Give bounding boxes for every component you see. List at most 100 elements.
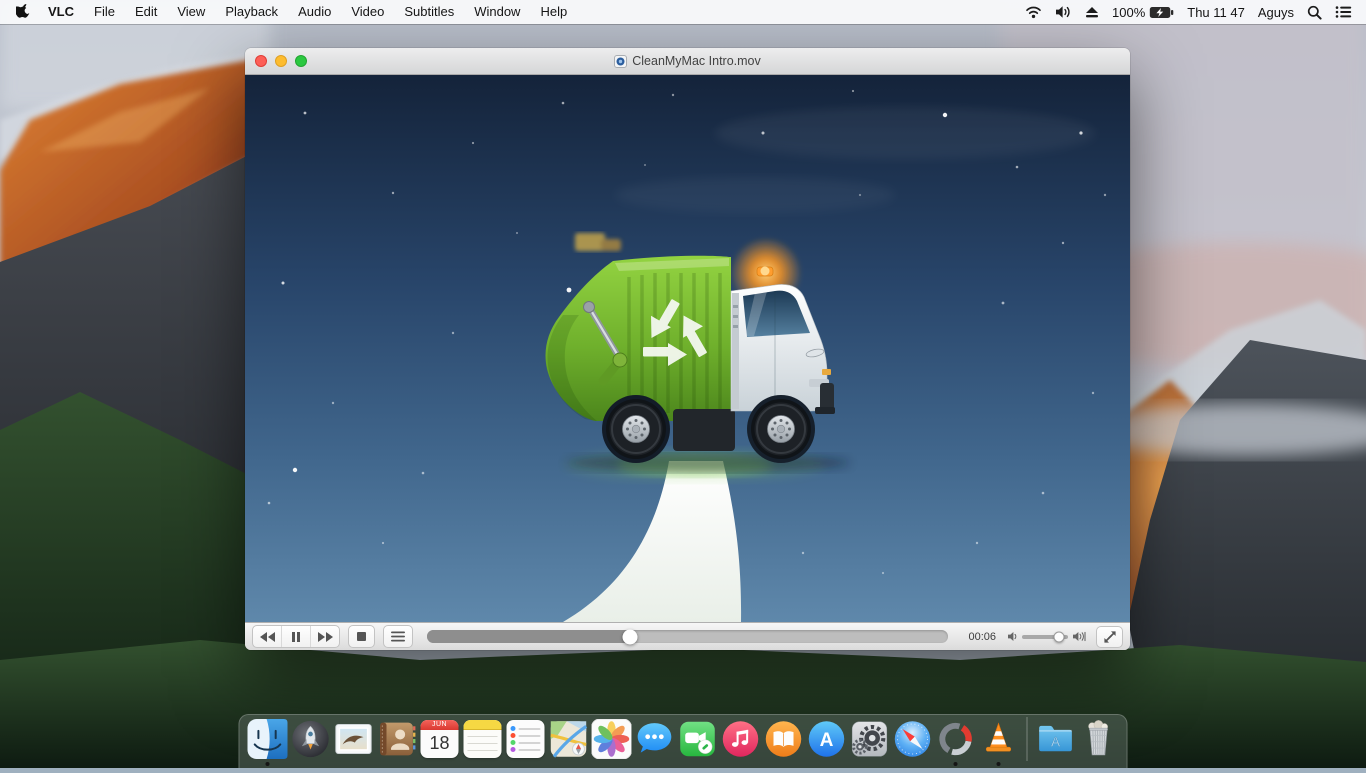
dock-item-finder[interactable] xyxy=(248,718,288,760)
pause-button[interactable] xyxy=(282,626,311,647)
dock-item-messages[interactable] xyxy=(635,718,675,760)
playlist-button[interactable] xyxy=(383,625,413,648)
dock-item-photos[interactable] xyxy=(592,718,632,760)
fullscreen-button[interactable] xyxy=(1096,626,1123,648)
volume-low-icon xyxy=(1008,631,1017,642)
rewind-icon xyxy=(259,632,276,642)
menu-item-edit[interactable]: Edit xyxy=(125,0,167,24)
mail-icon xyxy=(334,719,374,759)
fast-forward-icon xyxy=(317,632,334,642)
running-indicator xyxy=(266,762,270,766)
itunes-icon xyxy=(721,719,761,759)
apple-menu[interactable] xyxy=(10,4,38,20)
volume-high-icon xyxy=(1073,631,1086,642)
ibooks-icon xyxy=(764,719,804,759)
calendar-icon: JUN 18 xyxy=(421,720,459,758)
notification-center-icon[interactable] xyxy=(1335,5,1352,19)
menu-item-help[interactable]: Help xyxy=(530,0,577,24)
minimize-button[interactable] xyxy=(275,55,287,67)
messages-icon xyxy=(635,719,675,759)
maps-icon xyxy=(549,719,589,759)
volume-thumb[interactable] xyxy=(1053,631,1064,642)
spotlight-icon[interactable] xyxy=(1307,5,1322,20)
close-button[interactable] xyxy=(255,55,267,67)
zoom-button[interactable] xyxy=(295,55,307,67)
eject-icon[interactable] xyxy=(1085,6,1099,19)
window-title-text: CleanMyMac Intro.mov xyxy=(632,54,761,68)
dock-item-notes[interactable] xyxy=(463,718,503,760)
volume-icon[interactable] xyxy=(1055,5,1072,19)
dock-item-cleanmymac[interactable] xyxy=(936,718,976,760)
finder-icon xyxy=(248,719,288,759)
calendar-day: 18 xyxy=(421,730,459,757)
menu-item-window[interactable]: Window xyxy=(464,0,530,24)
time-elapsed: 00:06 xyxy=(960,631,996,643)
launchpad-icon xyxy=(291,719,331,759)
dock-item-calendar[interactable]: JUN 18 xyxy=(420,718,460,760)
running-indicator xyxy=(997,762,1001,766)
playback-controls: 00:06 xyxy=(245,622,1130,650)
menu-user[interactable]: Aguys xyxy=(1258,5,1294,20)
applications-folder-icon: A xyxy=(1036,719,1076,759)
facetime-icon xyxy=(678,719,718,759)
seek-fill xyxy=(427,630,630,643)
dock-item-mail[interactable] xyxy=(334,718,374,760)
trash-icon xyxy=(1079,719,1119,759)
dock-item-reminders[interactable] xyxy=(506,718,546,760)
dock-item-applications-folder[interactable]: A xyxy=(1036,718,1076,760)
menu-item-file[interactable]: File xyxy=(84,0,125,24)
fast-forward-button[interactable] xyxy=(311,626,339,647)
notes-icon xyxy=(464,720,502,758)
cleanmymac-icon xyxy=(936,719,976,759)
movie-file-icon xyxy=(614,55,627,68)
vlc-window: CleanMyMac Intro.mov xyxy=(245,48,1130,650)
appstore-icon: A xyxy=(807,719,847,759)
menu-clock[interactable]: Thu 11 47 xyxy=(1187,5,1245,20)
menu-item-view[interactable]: View xyxy=(167,0,215,24)
dock-item-appstore[interactable]: A xyxy=(807,718,847,760)
menu-item-video[interactable]: Video xyxy=(341,0,394,24)
appstore-letter: A xyxy=(820,730,834,751)
dock-item-safari[interactable] xyxy=(893,718,933,760)
dock-separator xyxy=(1027,717,1028,761)
rewind-button[interactable] xyxy=(253,626,282,647)
menu-item-subtitles[interactable]: Subtitles xyxy=(394,0,464,24)
video-frame-graphic xyxy=(245,75,1130,622)
wifi-icon[interactable] xyxy=(1025,5,1042,19)
volume-slider[interactable] xyxy=(1022,635,1068,639)
menu-item-audio[interactable]: Audio xyxy=(288,0,341,24)
battery-percent: 100% xyxy=(1112,5,1145,20)
battery-status[interactable]: 100% xyxy=(1112,5,1174,20)
dock-item-itunes[interactable] xyxy=(721,718,761,760)
dock-item-contacts[interactable] xyxy=(377,718,417,760)
stop-button[interactable] xyxy=(348,625,375,648)
menu-bar: VLC File Edit View Playback Audio Video … xyxy=(0,0,1366,24)
dock-item-facetime[interactable] xyxy=(678,718,718,760)
reminders-icon xyxy=(507,720,545,758)
apple-logo-icon xyxy=(16,4,30,20)
fullscreen-icon xyxy=(1103,630,1117,644)
transport-group xyxy=(252,625,340,648)
dock-item-maps[interactable] xyxy=(549,718,589,760)
window-titlebar[interactable]: CleanMyMac Intro.mov xyxy=(245,48,1130,75)
window-title: CleanMyMac Intro.mov xyxy=(614,54,761,68)
dock-item-launchpad[interactable] xyxy=(291,718,331,760)
safari-icon xyxy=(893,719,933,759)
dock-item-ibooks[interactable] xyxy=(764,718,804,760)
pause-icon xyxy=(291,632,301,642)
menu-item-vlc[interactable]: VLC xyxy=(38,0,84,24)
dock-item-vlc[interactable] xyxy=(979,718,1019,760)
video-canvas[interactable] xyxy=(245,75,1130,622)
system-preferences-icon xyxy=(850,719,890,759)
menu-item-playback[interactable]: Playback xyxy=(215,0,288,24)
dock-item-system-preferences[interactable] xyxy=(850,718,890,760)
photos-icon xyxy=(592,719,632,759)
seek-bar[interactable] xyxy=(427,630,948,643)
contacts-icon xyxy=(377,719,417,759)
seek-thumb[interactable] xyxy=(623,629,638,644)
running-indicator xyxy=(954,762,958,766)
volume-control xyxy=(1008,631,1086,642)
battery-icon xyxy=(1149,6,1174,19)
rear-wheel xyxy=(606,399,666,459)
dock-item-trash[interactable] xyxy=(1079,718,1119,760)
